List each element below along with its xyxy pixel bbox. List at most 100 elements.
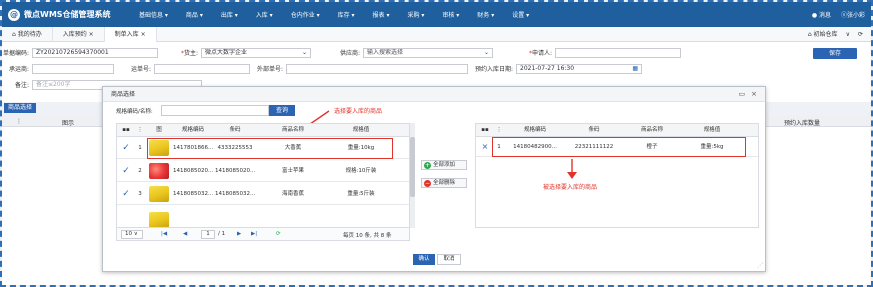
dialog-title: 商品选择 xyxy=(111,91,136,98)
row-spec-code: 1418085020... xyxy=(173,168,213,174)
chevron-down-icon[interactable]: ∨ xyxy=(846,27,850,42)
doc-no-field[interactable]: ZY20210726594370001 xyxy=(32,47,158,58)
remove-row-icon[interactable]: × xyxy=(479,137,491,157)
row-index: 3 xyxy=(138,191,142,197)
selection-highlight xyxy=(147,138,393,159)
row-check-icon[interactable]: ✓ xyxy=(120,183,132,205)
remark-label: 备注: xyxy=(14,82,29,89)
select-all-icon[interactable]: ▪▪ xyxy=(120,124,132,137)
supplier-select[interactable]: 输入搜索选择 ⌄ xyxy=(363,47,493,58)
menu-audit[interactable]: 审核 ▾ xyxy=(433,10,468,19)
menu-warehouse-ops[interactable]: 仓内作业 ▾ xyxy=(282,10,329,19)
expected-date-input[interactable]: 2021-07-27 16:30 ▦ xyxy=(516,63,642,74)
add-all-button[interactable]: + 全部添加 xyxy=(421,160,467,170)
confirm-button[interactable]: 确认 xyxy=(413,254,435,265)
expected-date-label: 预约入库日期: xyxy=(474,66,513,73)
refresh-icon[interactable]: ⟳ xyxy=(858,27,863,42)
refresh-icon[interactable]: ⟳ xyxy=(276,231,281,237)
available-goods-table: ▪▪ ⋮ 图 规格编码 条码 商品名称 规格值 ✓ 1 1417801866..… xyxy=(116,123,410,228)
row-spec-value: 规格:10斤装 xyxy=(345,168,377,174)
ext-no-input[interactable] xyxy=(286,63,468,74)
waybill-input[interactable] xyxy=(154,63,250,74)
menu-inbound[interactable]: 入库 ▾ xyxy=(247,10,282,19)
tab-my-todo[interactable]: ⌂ 我的待办 xyxy=(2,26,53,42)
goods-row[interactable]: ✓ 2 1418085020... 1418085020... 富士苹果 规格:… xyxy=(117,160,409,182)
tab-inbound-appointment[interactable]: 入库预约 × xyxy=(53,26,105,42)
column-menu-icon[interactable]: ⋮ xyxy=(494,124,504,137)
tab-create-inbound[interactable]: 制单入库 × xyxy=(104,26,157,42)
first-page-icon[interactable]: |◀ xyxy=(161,231,167,237)
dialog-title-bar: 商品选择 xyxy=(103,87,765,102)
col-spec-code: 规格编码 xyxy=(523,127,546,133)
top-navbar: @ 微点WMS仓储管理系统 基础信息 ▾ 商品 ▾ 出库 ▾ 入库 ▾ 仓内作业… xyxy=(2,2,871,27)
app-logo[interactable]: @ 微点WMS仓储管理系统 xyxy=(2,8,130,21)
row-check-icon[interactable]: ✓ xyxy=(120,160,132,182)
menu-finance[interactable]: 财务 ▾ xyxy=(468,10,503,19)
page-size-select[interactable]: 10 ∨ xyxy=(121,230,143,239)
calendar-icon: ▦ xyxy=(632,64,638,72)
col-expected-qty: 预约入库数量 xyxy=(784,120,821,127)
goods-select-dialog: 商品选择 ▭ × 规格编码/名称: 查询 选择要入库的商品 ▪▪ ⋮ 图 规格编… xyxy=(102,86,766,272)
tab-label: 我的待办 xyxy=(17,30,42,38)
save-button[interactable]: 保存 xyxy=(813,48,857,59)
column-menu-icon[interactable]: ⋮ xyxy=(16,118,22,125)
table-scrollbar[interactable] xyxy=(410,123,415,228)
warehouse-selector[interactable]: ⌂ 初始仓库 xyxy=(808,27,838,42)
close-icon[interactable]: × xyxy=(751,87,757,102)
cancel-button[interactable]: 取消 xyxy=(437,254,461,265)
next-page-icon[interactable]: ▶ xyxy=(237,231,241,237)
selection-highlight xyxy=(492,137,746,157)
form-row-1: 单据编码: ZY20210726594370001 *货主: 微点大数字企业 ⌄ … xyxy=(2,46,871,59)
goods-row-partial[interactable] xyxy=(117,206,409,227)
row-index: 1 xyxy=(138,145,142,151)
search-input[interactable] xyxy=(161,105,269,116)
select-all-icon[interactable]: ▪▪ xyxy=(479,124,491,137)
maximize-icon[interactable]: ▭ xyxy=(739,87,746,102)
menu-outbound[interactable]: 出库 ▾ xyxy=(212,10,247,19)
annotation-right: 被选择要入库的商品 xyxy=(543,184,598,191)
available-goods-header: ▪▪ ⋮ 图 规格编码 条码 商品名称 规格值 xyxy=(117,124,409,137)
page-total: / 1 xyxy=(218,231,226,237)
dialog-controls: ▭ × xyxy=(739,87,758,102)
selected-goods-header: ▪▪ ⋮ 规格编码 条码 商品名称 规格值 xyxy=(476,124,758,137)
supplier-placeholder: 输入搜索选择 xyxy=(367,48,404,56)
user-menu[interactable]: ⓧ张小彩 xyxy=(841,10,865,19)
select-goods-button[interactable]: 商品选择 xyxy=(4,103,37,113)
scrollbar-thumb[interactable] xyxy=(410,137,415,197)
col-spec-value: 规格值 xyxy=(703,127,721,133)
carrier-label: 承运商: xyxy=(8,66,29,73)
app-title: 微点WMS仓储管理系统 xyxy=(24,10,111,19)
remove-icon: − xyxy=(424,180,431,187)
column-menu-icon[interactable]: ⋮ xyxy=(135,124,145,137)
row-check-icon[interactable]: ✓ xyxy=(120,137,132,159)
banana-image xyxy=(149,212,169,227)
expected-date-value: 2021-07-27 16:30 xyxy=(520,64,575,72)
menu-settings[interactable]: 设置 ▾ xyxy=(503,10,538,19)
page-summary: 每页 10 条, 共 8 条 xyxy=(343,233,392,239)
col-image: 图示 xyxy=(62,120,75,127)
prev-page-icon[interactable]: ◀ xyxy=(183,231,187,237)
app-frame: @ 微点WMS仓储管理系统 基础信息 ▾ 商品 ▾ 出库 ▾ 入库 ▾ 仓内作业… xyxy=(0,0,873,287)
selected-goods-table: ▪▪ ⋮ 规格编码 条码 商品名称 规格值 × 1 14180482900...… xyxy=(475,123,759,228)
resize-handle-icon[interactable]: ⋰ xyxy=(757,262,763,269)
applicant-input[interactable] xyxy=(555,47,681,58)
messages-link[interactable]: ● 消息 xyxy=(812,10,831,19)
row-goods-name: 富士苹果 xyxy=(281,168,304,174)
menu-inventory[interactable]: 库存 ▾ xyxy=(329,10,364,19)
row-spec-code: 1418085032... xyxy=(173,191,213,197)
col-barcode: 条码 xyxy=(588,127,600,133)
last-page-icon[interactable]: ▶| xyxy=(251,231,257,237)
owner-select[interactable]: 微点大数字企业 ⌄ xyxy=(201,47,311,58)
carrier-input[interactable] xyxy=(32,63,114,74)
doc-no-label: 单据编码: xyxy=(2,50,29,57)
menu-basic-info[interactable]: 基础信息 ▾ xyxy=(130,10,177,19)
menu-goods[interactable]: 商品 ▾ xyxy=(177,10,212,19)
goods-row[interactable]: ✓ 3 1418085032... 1418085032... 海南香蕉 重量:… xyxy=(117,183,409,205)
col-barcode: 条码 xyxy=(229,127,241,133)
page-number-input[interactable]: 1 xyxy=(201,230,215,239)
owner-label: 货主: xyxy=(183,50,198,57)
remove-all-button[interactable]: − 全部删除 xyxy=(421,178,467,188)
menu-purchase[interactable]: 采购 ▾ xyxy=(398,10,433,19)
col-spec-code: 规格编码 xyxy=(181,127,204,133)
menu-reports[interactable]: 报表 ▾ xyxy=(364,10,399,19)
